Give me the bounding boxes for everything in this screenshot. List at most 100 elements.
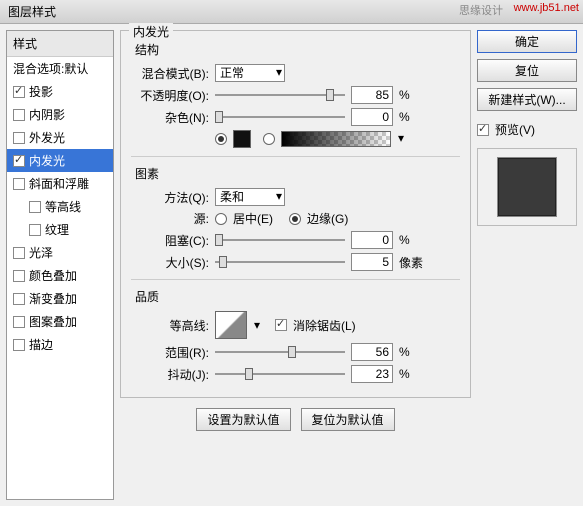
style-label: 投影 xyxy=(29,83,53,100)
styles-panel: 样式 混合选项:默认 投影内阴影外发光内发光斜面和浮雕等高线纹理光泽颜色叠加渐变… xyxy=(6,30,114,500)
watermark-text: www.jb51.net xyxy=(514,2,579,14)
unit-pct: % xyxy=(399,233,423,247)
style-checkbox[interactable] xyxy=(13,339,25,351)
style-list: 投影内阴影外发光内发光斜面和浮雕等高线纹理光泽颜色叠加渐变叠加图案叠加描边 xyxy=(7,80,113,356)
style-item-光泽[interactable]: 光泽 xyxy=(7,241,113,264)
source-center-radio[interactable] xyxy=(215,213,227,225)
unit-pct: % xyxy=(399,88,423,102)
style-checkbox[interactable] xyxy=(29,224,41,236)
structure-title: 结构 xyxy=(135,41,460,58)
dialog-body: 样式 混合选项:默认 投影内阴影外发光内发光斜面和浮雕等高线纹理光泽颜色叠加渐变… xyxy=(0,24,583,506)
style-checkbox[interactable] xyxy=(13,247,25,259)
style-label: 光泽 xyxy=(29,244,53,261)
source-label: 源: xyxy=(131,210,209,227)
style-checkbox[interactable] xyxy=(13,132,25,144)
style-label: 纹理 xyxy=(45,221,69,238)
style-item-图案叠加[interactable]: 图案叠加 xyxy=(7,310,113,333)
style-item-纹理[interactable]: 纹理 xyxy=(7,218,113,241)
method-label: 方法(Q): xyxy=(131,189,209,206)
jitter-input[interactable] xyxy=(351,365,393,383)
settings-panel: 内发光 结构 混合模式(B): 正常 不透明度(O): % 杂色(N): % xyxy=(120,30,471,500)
contour-picker[interactable] xyxy=(215,311,247,339)
style-label: 描边 xyxy=(29,336,53,353)
style-checkbox[interactable] xyxy=(29,201,41,213)
style-label: 外发光 xyxy=(29,129,65,146)
preview-checkbox[interactable] xyxy=(477,124,489,136)
style-label: 等高线 xyxy=(45,198,81,215)
color-radio[interactable] xyxy=(215,133,227,145)
style-item-内阴影[interactable]: 内阴影 xyxy=(7,103,113,126)
jitter-slider[interactable] xyxy=(215,365,345,383)
blend-mode-dropdown[interactable]: 正常 xyxy=(215,64,285,82)
method-dropdown[interactable]: 柔和 xyxy=(215,188,285,206)
source-center-label: 居中(E) xyxy=(233,210,273,227)
noise-input[interactable] xyxy=(351,108,393,126)
contour-label: 等高线: xyxy=(131,317,209,334)
style-item-投影[interactable]: 投影 xyxy=(7,80,113,103)
blend-mode-label: 混合模式(B): xyxy=(131,65,209,82)
antialias-checkbox[interactable] xyxy=(275,319,287,331)
gradient-radio[interactable] xyxy=(263,133,275,145)
style-label: 图案叠加 xyxy=(29,313,77,330)
quality-title: 品质 xyxy=(135,288,460,305)
unit-px: 像素 xyxy=(399,254,423,271)
source-edge-radio[interactable] xyxy=(289,213,301,225)
unit-pct: % xyxy=(399,345,423,359)
unit-pct: % xyxy=(399,367,423,381)
range-slider[interactable] xyxy=(215,343,345,361)
size-label: 大小(S): xyxy=(131,254,209,271)
opacity-label: 不透明度(O): xyxy=(131,87,209,104)
style-item-外发光[interactable]: 外发光 xyxy=(7,126,113,149)
style-label: 渐变叠加 xyxy=(29,290,77,307)
size-slider[interactable] xyxy=(215,253,345,271)
style-checkbox[interactable] xyxy=(13,109,25,121)
style-checkbox[interactable] xyxy=(13,293,25,305)
style-item-内发光[interactable]: 内发光 xyxy=(7,149,113,172)
reset-button[interactable]: 复位 xyxy=(477,59,577,82)
gradient-picker[interactable] xyxy=(281,131,391,147)
style-item-描边[interactable]: 描边 xyxy=(7,333,113,356)
style-item-渐变叠加[interactable]: 渐变叠加 xyxy=(7,287,113,310)
reset-default-button[interactable]: 复位为默认值 xyxy=(301,408,395,431)
style-checkbox[interactable] xyxy=(13,178,25,190)
opacity-slider[interactable] xyxy=(215,86,345,104)
blend-options-default[interactable]: 混合选项:默认 xyxy=(7,57,113,80)
styles-header: 样式 xyxy=(7,31,113,57)
jitter-label: 抖动(J): xyxy=(131,366,209,383)
right-panel: 确定 复位 新建样式(W)... 预览(V) xyxy=(477,30,577,500)
style-checkbox[interactable] xyxy=(13,155,25,167)
source-edge-label: 边缘(G) xyxy=(307,210,348,227)
inner-glow-title: 内发光 xyxy=(129,23,173,40)
range-input[interactable] xyxy=(351,343,393,361)
choke-input[interactable] xyxy=(351,231,393,249)
style-label: 颜色叠加 xyxy=(29,267,77,284)
inner-glow-fieldset: 内发光 结构 混合模式(B): 正常 不透明度(O): % 杂色(N): % xyxy=(120,30,471,398)
opacity-input[interactable] xyxy=(351,86,393,104)
preview-area xyxy=(477,148,577,226)
choke-slider[interactable] xyxy=(215,231,345,249)
color-swatch[interactable] xyxy=(233,130,251,148)
preview-label: 预览(V) xyxy=(495,121,535,138)
unit-pct: % xyxy=(399,110,423,124)
style-checkbox[interactable] xyxy=(13,86,25,98)
style-item-颜色叠加[interactable]: 颜色叠加 xyxy=(7,264,113,287)
size-input[interactable] xyxy=(351,253,393,271)
noise-slider[interactable] xyxy=(215,108,345,126)
style-label: 斜面和浮雕 xyxy=(29,175,89,192)
watermark-text2: 思缘设计 xyxy=(459,2,503,18)
style-item-斜面和浮雕[interactable]: 斜面和浮雕 xyxy=(7,172,113,195)
antialias-label: 消除锯齿(L) xyxy=(293,317,356,334)
noise-label: 杂色(N): xyxy=(131,109,209,126)
ok-button[interactable]: 确定 xyxy=(477,30,577,53)
new-style-button[interactable]: 新建样式(W)... xyxy=(477,88,577,111)
style-label: 内阴影 xyxy=(29,106,65,123)
element-title: 图素 xyxy=(135,165,460,182)
range-label: 范围(R): xyxy=(131,344,209,361)
style-item-等高线[interactable]: 等高线 xyxy=(7,195,113,218)
style-checkbox[interactable] xyxy=(13,316,25,328)
style-checkbox[interactable] xyxy=(13,270,25,282)
set-default-button[interactable]: 设置为默认值 xyxy=(196,408,290,431)
style-label: 内发光 xyxy=(29,152,65,169)
preview-thumbnail xyxy=(497,157,557,217)
choke-label: 阻塞(C): xyxy=(131,232,209,249)
